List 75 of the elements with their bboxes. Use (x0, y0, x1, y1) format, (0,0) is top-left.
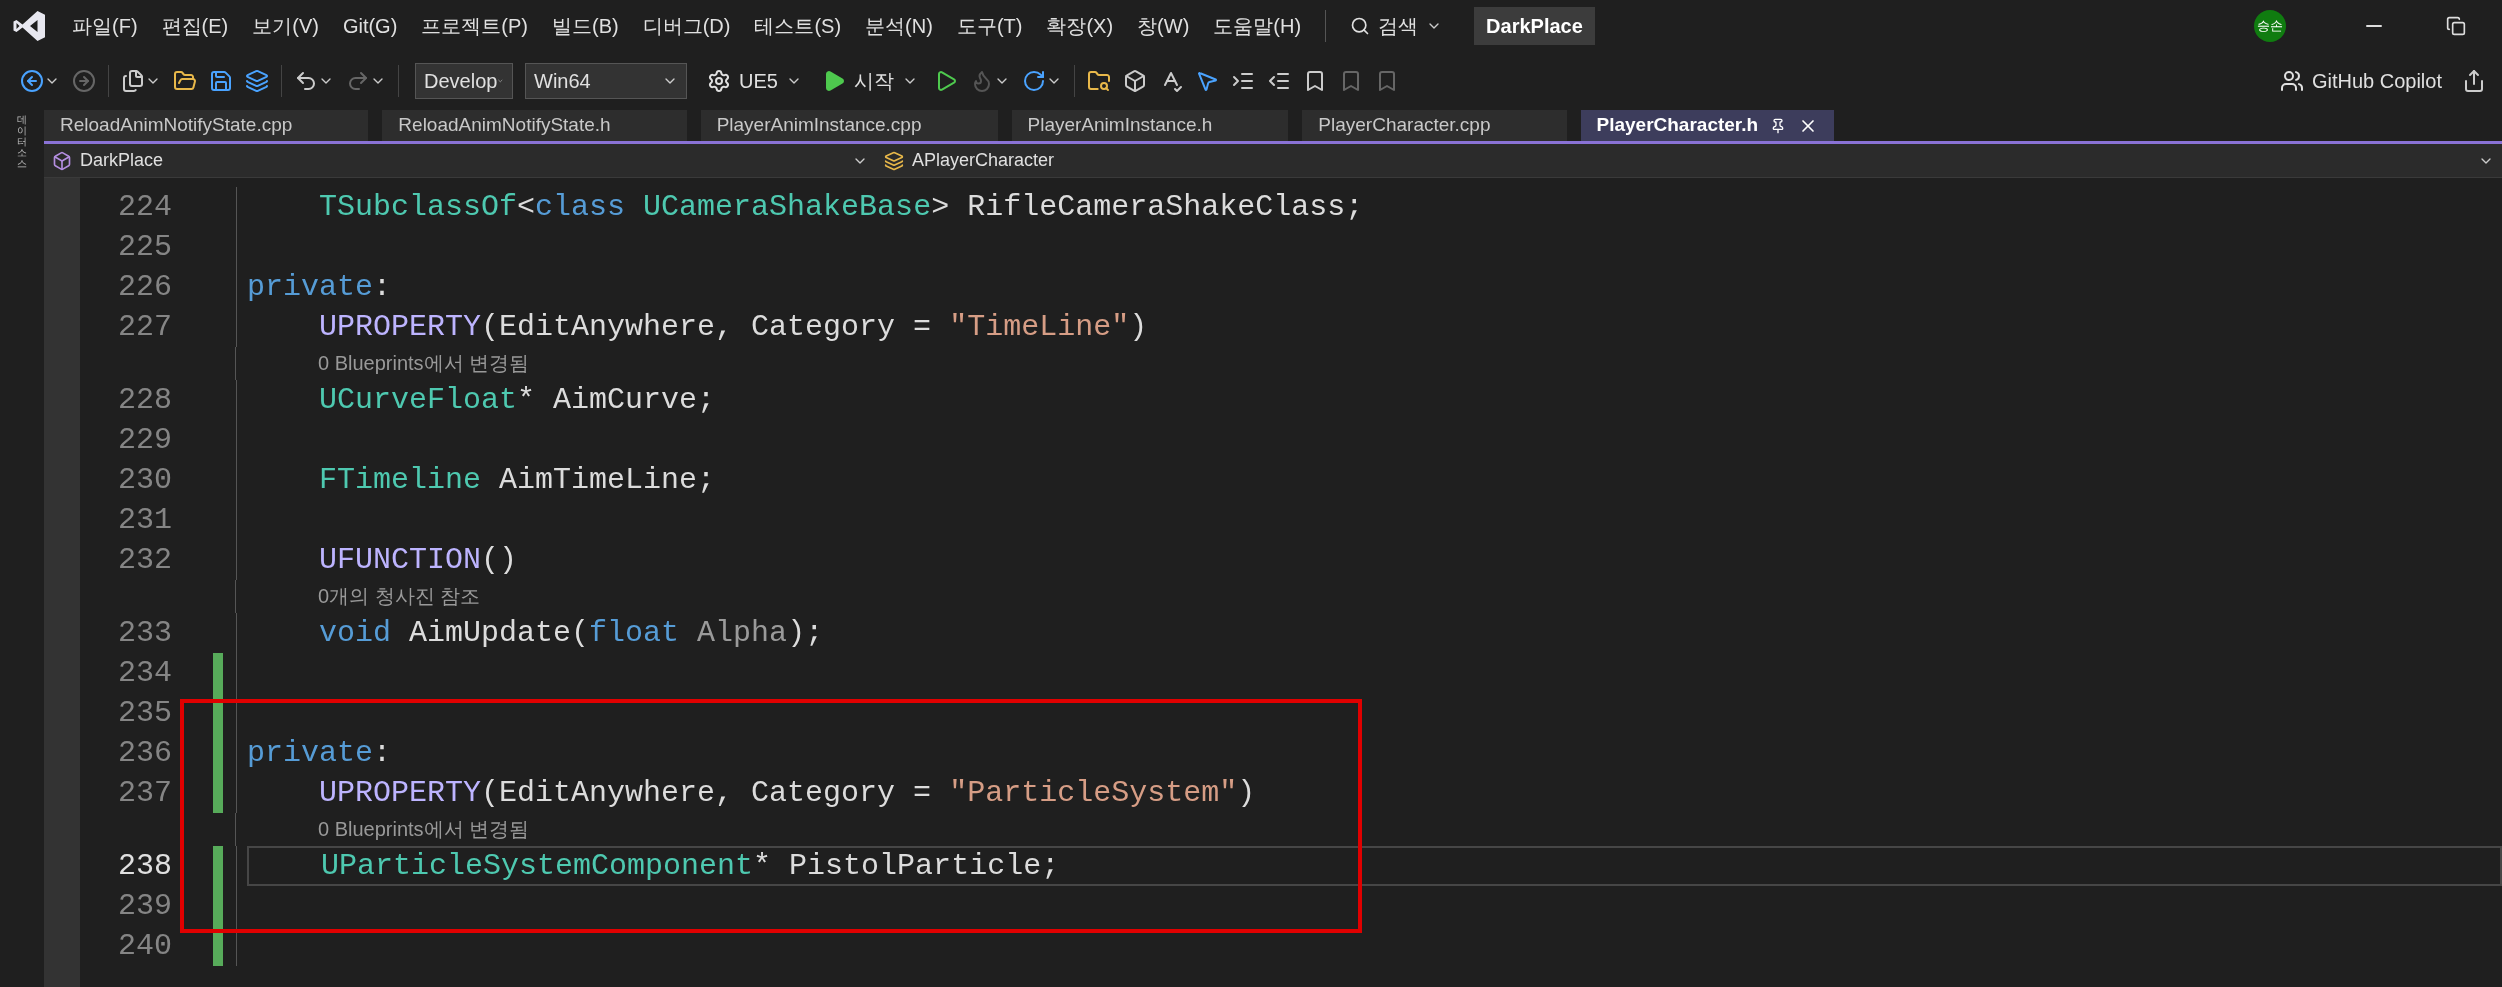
menu-item[interactable]: 디버그(D) (630, 11, 743, 41)
restore-icon[interactable] (2446, 16, 2466, 36)
file-tab[interactable]: PlayerCharacter.cpp (1302, 110, 1567, 141)
code-line: UParticleSystemComponent* PistolParticle; (320, 847, 1060, 885)
menu-item[interactable]: 도구(T) (944, 11, 1035, 41)
line-number: 229 (117, 421, 172, 459)
codelens-hint[interactable]: 0 Blueprints에서 변경됨 (318, 813, 530, 846)
line-number: 224 (117, 188, 172, 226)
line-number: 230 (117, 461, 172, 499)
folder-search-icon (1086, 69, 1111, 93)
line-number: 240 (117, 927, 172, 965)
folder-icon (173, 69, 197, 93)
project-icon (52, 150, 72, 171)
code-line: private: (247, 268, 392, 306)
scope-selector[interactable]: APlayerCharacter (876, 147, 2502, 174)
platform-dropdown[interactable]: Win64 (525, 63, 687, 99)
line-number: 237 (117, 774, 172, 812)
menu-item[interactable]: 분석(N) (853, 11, 945, 41)
user-avatar[interactable]: 승손 (2254, 10, 2286, 42)
line-number: 236 (117, 734, 172, 772)
line-number: 235 (117, 694, 172, 732)
file-tab[interactable]: PlayerAnimInstance.h (1011, 110, 1289, 141)
code-line: UFUNCTION() (318, 541, 518, 579)
file-tab[interactable]: PlayerAnimInstance.cpp (700, 110, 998, 141)
app-logo-icon (12, 8, 48, 44)
file-tab[interactable]: PlayerCharacter.h (1580, 110, 1835, 141)
configuration-dropdown[interactable]: Develop (415, 63, 513, 99)
undo-icon (294, 69, 318, 93)
search-button[interactable]: 검색 (1338, 11, 1455, 41)
line-number: 233 (117, 614, 172, 652)
file-tab[interactable]: ReloadAnimNotifyState.h (382, 110, 687, 141)
menu-item[interactable]: 확장(X) (1034, 11, 1126, 41)
code-line: TSubclassOf<class UCameraShakeBase> RifleCameraShakeClass; (318, 188, 1364, 226)
file-tab[interactable]: ReloadAnimNotifyState.cpp (44, 110, 369, 141)
codelens-hint[interactable]: 0개의 청사진 참조 (318, 580, 481, 613)
line-number: 234 (117, 654, 172, 692)
forward-icon (72, 69, 96, 93)
line-number: 238 (117, 847, 172, 885)
share-icon[interactable] (2462, 69, 2486, 93)
project-dropdown[interactable]: UE5 (699, 66, 810, 96)
gear-icon (707, 69, 731, 93)
code-line: UPROPERTY(EditAnywhere, Category = "ParticleSystem") (318, 774, 1256, 812)
menu-item[interactable]: 도움말(H) (1201, 11, 1314, 41)
line-number: 231 (117, 501, 172, 539)
menu-item[interactable]: 편집(E) (149, 11, 241, 41)
codelens-hint[interactable]: 0 Blueprints에서 변경됨 (318, 347, 530, 380)
menu-item[interactable]: 빌드(B) (540, 11, 631, 41)
line-number: 228 (117, 381, 172, 419)
code-line: FTimeline AimTimeLine; (318, 461, 716, 499)
start-button[interactable]: 시작 (813, 66, 926, 96)
code-line: UCurveFloat* AimCurve; (318, 381, 716, 419)
menu-item[interactable]: 창(W) (1125, 11, 1202, 41)
line-number: 232 (117, 541, 172, 579)
solution-name: DarkPlace (1474, 7, 1595, 45)
line-number: 225 (117, 228, 172, 266)
menu-item[interactable]: 파일(F) (60, 11, 150, 41)
back-icon (20, 69, 44, 93)
search-icon (1350, 16, 1371, 36)
menu-item[interactable]: 테스트(S) (742, 11, 854, 41)
menu-item[interactable]: Git(G) (330, 11, 410, 41)
copilot-button[interactable]: GitHub Copilot (2271, 66, 2450, 96)
side-panel-tab[interactable]: 데이터 소스 (17, 114, 27, 169)
line-number: 226 (117, 268, 172, 306)
line-number: 239 (117, 887, 172, 925)
line-number: 227 (117, 308, 172, 346)
code-line: private: (247, 734, 392, 772)
save-icon (209, 69, 233, 93)
code-line: UPROPERTY(EditAnywhere, Category = "TimeLine") (318, 308, 1148, 346)
refresh-icon (1021, 69, 1046, 93)
project-selector[interactable]: DarkPlace (44, 147, 876, 174)
menu-item[interactable]: 보기(V) (240, 11, 331, 41)
code-line: void AimUpdate(float Alpha); (318, 614, 824, 652)
menu-item[interactable]: 프로젝트(P) (409, 11, 540, 41)
files-icon (121, 69, 145, 93)
redo-icon (346, 69, 370, 93)
